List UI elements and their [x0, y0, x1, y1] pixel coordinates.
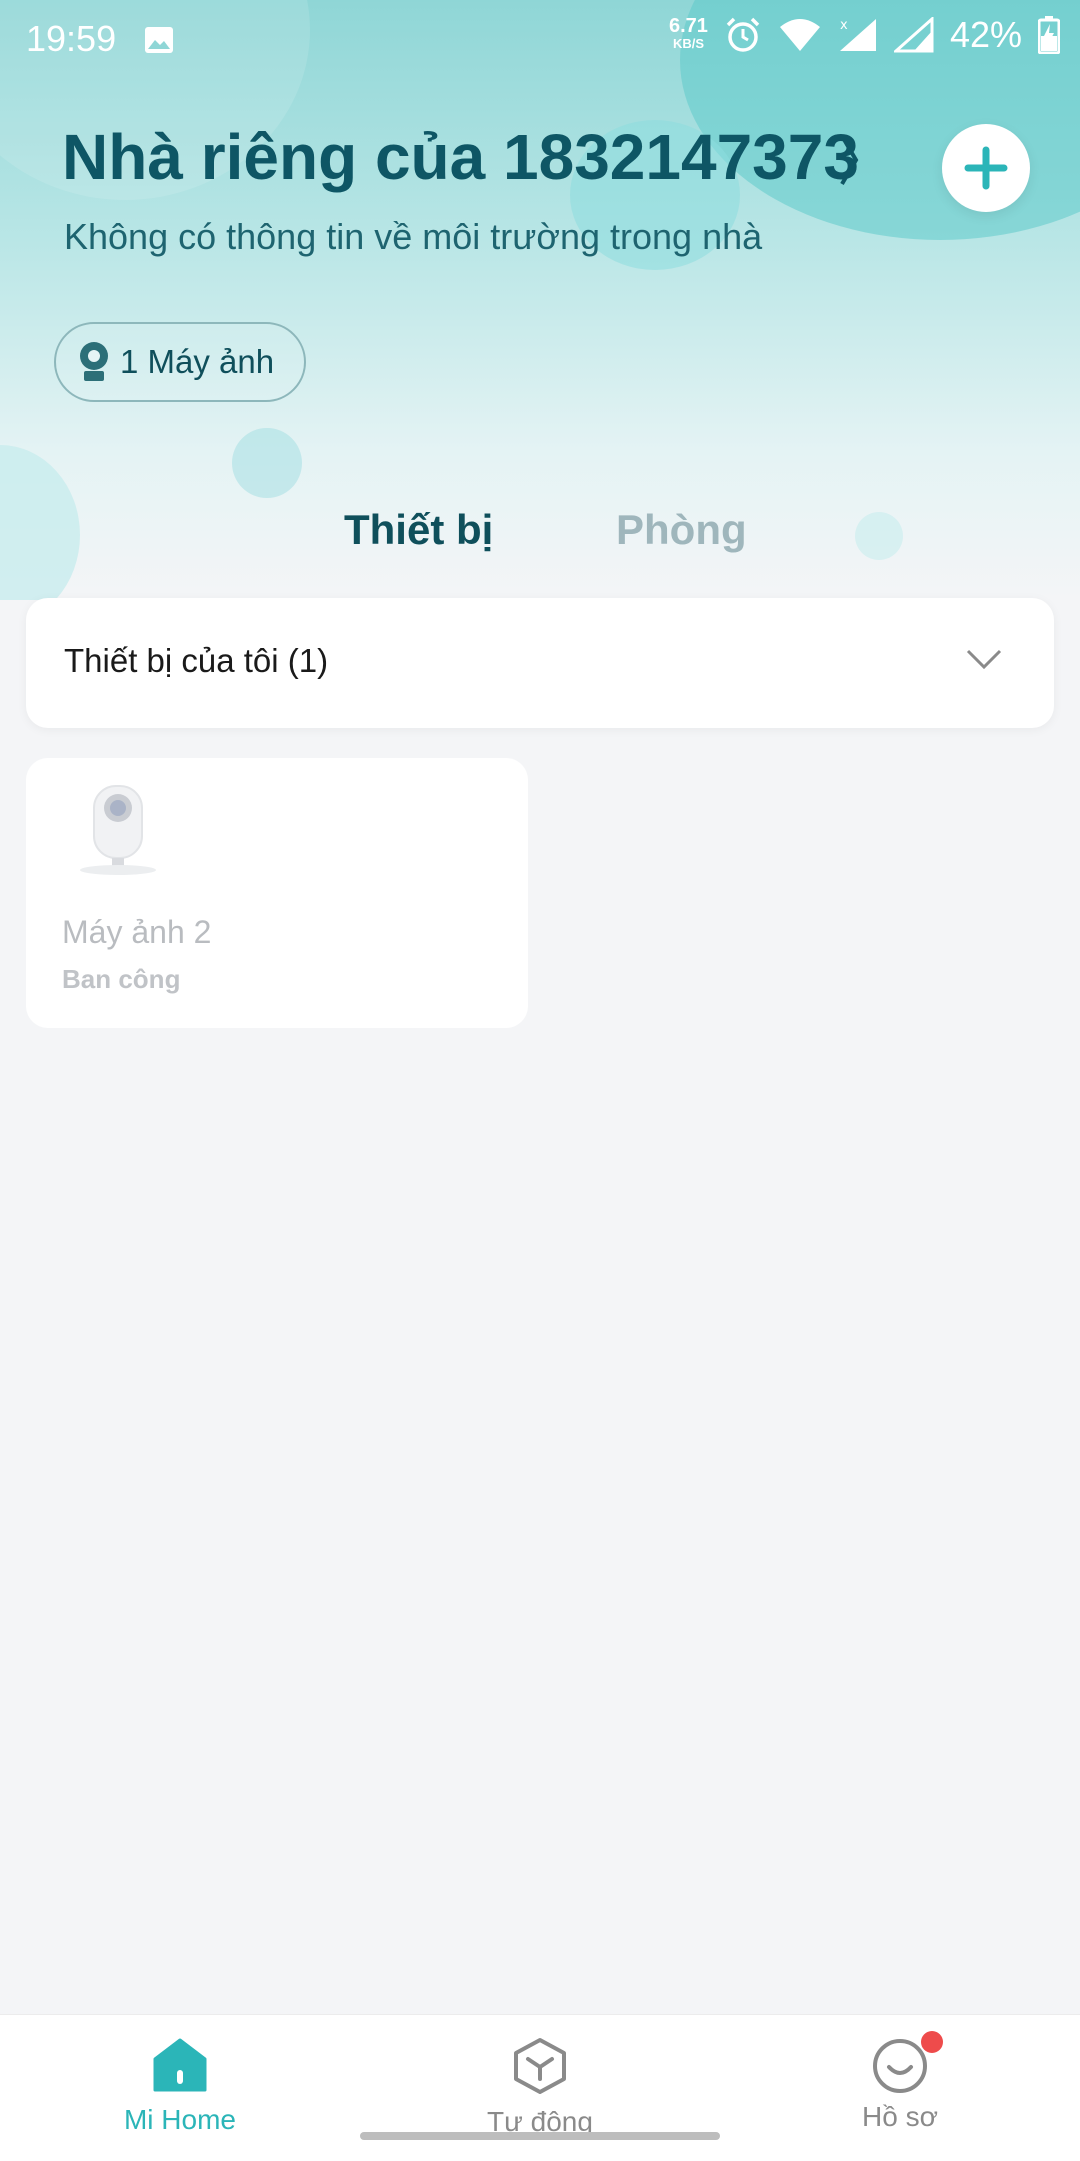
battery-percent: 42% [949, 14, 1022, 55]
camera-count-chip[interactable]: 1 Máy ảnh [54, 322, 306, 402]
chevron-down-icon [966, 649, 1002, 670]
nav-mi-home[interactable]: Mi Home [70, 2037, 290, 2136]
network-speed: 6.71 KB/S [669, 15, 708, 53]
plus-icon [964, 146, 1008, 190]
nav-profile-label: Hồ sơ [862, 2101, 938, 2132]
notification-badge [921, 2031, 943, 2053]
home-title[interactable]: Nhà riêng của 1832147373 [62, 120, 859, 194]
nav-mi-home-label: Mi Home [123, 2104, 236, 2135]
device-room: Ban công [62, 964, 181, 994]
status-time: 19:59 [26, 18, 117, 59]
status-bar: 19:59 6.71 KB/S x 42% [0, 0, 1080, 80]
signal-icon-2 [893, 17, 934, 53]
home-icon [153, 2038, 207, 2092]
device-name: Máy ảnh 2 [62, 914, 212, 950]
decorative-bubble [855, 512, 903, 560]
wifi-icon [779, 19, 820, 51]
device-group-label: Thiết bị của tôi (1) [64, 642, 329, 679]
device-group-dropdown[interactable]: Thiết bị của tôi (1) [26, 598, 1054, 728]
network-speed-unit: KB/S [672, 36, 704, 51]
profile-icon [873, 2039, 927, 2093]
tab-devices[interactable]: Thiết bị [344, 506, 493, 554]
network-speed-value: 6.71 [669, 15, 708, 37]
camera-icon [80, 342, 108, 381]
chevron-right-icon[interactable] [838, 132, 862, 188]
battery-charging-icon [1038, 16, 1060, 54]
decorative-bubble [232, 428, 302, 498]
image-notification-icon [145, 27, 173, 53]
signal-icon: x [839, 18, 876, 51]
gesture-home-indicator[interactable] [360, 2132, 720, 2140]
device-card[interactable]: Máy ảnh 2 Ban công [26, 758, 528, 1028]
automation-icon [514, 2038, 566, 2094]
nav-profile[interactable]: Hồ sơ [790, 2031, 1010, 2133]
tab-rooms[interactable]: Phòng [616, 506, 747, 554]
decorative-bubble [0, 445, 80, 600]
camera-count-label: 1 Máy ảnh [120, 343, 275, 380]
add-device-button[interactable] [942, 124, 1030, 212]
camera-icon [80, 785, 156, 875]
environment-info: Không có thông tin về môi trường trong n… [64, 216, 763, 257]
nav-automation[interactable]: Tự động [430, 2037, 650, 2138]
header-background [0, 0, 1080, 600]
alarm-icon [726, 17, 760, 52]
svg-text:x: x [840, 18, 848, 33]
